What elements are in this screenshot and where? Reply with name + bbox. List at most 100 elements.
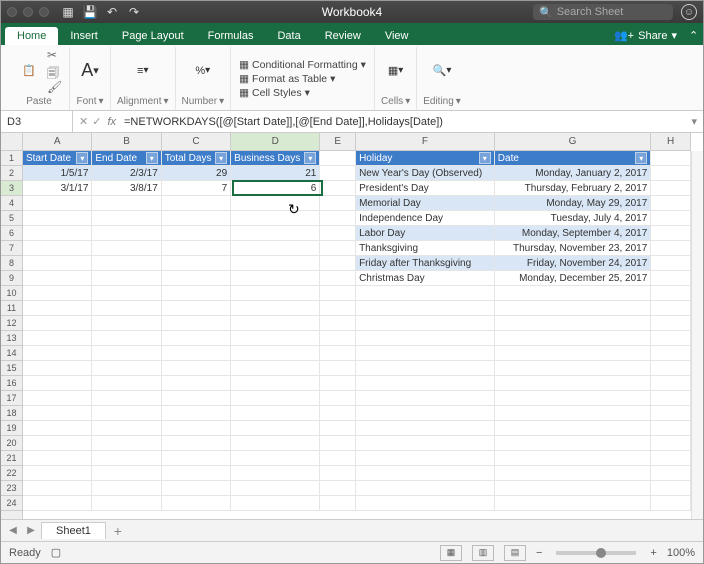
cell[interactable]: [495, 331, 652, 346]
cell[interactable]: [231, 436, 320, 451]
tab-home[interactable]: Home: [5, 27, 58, 45]
col-header-C[interactable]: C: [162, 133, 231, 150]
cell[interactable]: [320, 406, 356, 421]
undo-icon[interactable]: ↶: [105, 5, 119, 19]
row-header-11[interactable]: 11: [1, 301, 22, 316]
format-as-table-button[interactable]: ▦Format as Table▾: [237, 72, 337, 86]
cell[interactable]: [92, 256, 161, 271]
cancel-formula-icon[interactable]: ✕: [79, 115, 88, 128]
cell[interactable]: [231, 196, 320, 211]
col-header-F[interactable]: F: [356, 133, 495, 150]
cell[interactable]: Monday, May 29, 2017: [495, 196, 652, 211]
tab-insert[interactable]: Insert: [58, 27, 110, 45]
cell[interactable]: [231, 391, 320, 406]
cell[interactable]: [92, 361, 161, 376]
cell[interactable]: [320, 211, 356, 226]
cell[interactable]: [23, 256, 92, 271]
window-close-icon[interactable]: [7, 7, 17, 17]
col-header-E[interactable]: E: [320, 133, 356, 150]
filter-dropdown-icon[interactable]: ▾: [76, 152, 88, 164]
cell[interactable]: [320, 181, 356, 196]
cell[interactable]: Total Days▾: [162, 151, 231, 166]
cell[interactable]: Christmas Day: [356, 271, 495, 286]
cell[interactable]: [495, 466, 652, 481]
cell[interactable]: [495, 496, 652, 511]
cell[interactable]: [651, 391, 691, 406]
row-header-18[interactable]: 18: [1, 406, 22, 421]
cell[interactable]: [162, 466, 231, 481]
cell[interactable]: [162, 286, 231, 301]
cell[interactable]: [162, 226, 231, 241]
col-header-B[interactable]: B: [92, 133, 161, 150]
cell[interactable]: [356, 436, 495, 451]
cell[interactable]: [162, 376, 231, 391]
cell[interactable]: [320, 196, 356, 211]
row-header-8[interactable]: 8: [1, 256, 22, 271]
zoom-out-button[interactable]: −: [536, 547, 542, 559]
cell[interactable]: [320, 241, 356, 256]
cell[interactable]: [651, 421, 691, 436]
row-header-20[interactable]: 20: [1, 436, 22, 451]
row-header-23[interactable]: 23: [1, 481, 22, 496]
cell[interactable]: [162, 451, 231, 466]
cell[interactable]: [651, 346, 691, 361]
row-header-3[interactable]: 3: [1, 181, 22, 196]
formula-input[interactable]: =NETWORKDAYS([@[Start Date]],[@[End Date…: [120, 116, 685, 128]
cell[interactable]: [495, 316, 652, 331]
search-sheet-input[interactable]: 🔍 Search Sheet: [533, 4, 673, 20]
row-header-13[interactable]: 13: [1, 331, 22, 346]
zoom-in-button[interactable]: +: [650, 547, 656, 559]
cell[interactable]: [495, 391, 652, 406]
row-header-12[interactable]: 12: [1, 316, 22, 331]
cell[interactable]: [92, 331, 161, 346]
tab-formulas[interactable]: Formulas: [196, 27, 266, 45]
cell[interactable]: President's Day: [356, 181, 495, 196]
cell[interactable]: [162, 316, 231, 331]
cell[interactable]: 21: [231, 166, 320, 181]
group-cells-label[interactable]: Cells▾: [381, 94, 410, 110]
cell[interactable]: [23, 301, 92, 316]
cell[interactable]: [23, 466, 92, 481]
filter-dropdown-icon[interactable]: ▾: [304, 152, 316, 164]
paste-icon[interactable]: 📋: [15, 57, 43, 85]
sheet-tab-1[interactable]: Sheet1: [41, 522, 106, 539]
cell[interactable]: [651, 466, 691, 481]
cell[interactable]: [320, 331, 356, 346]
cell[interactable]: [320, 361, 356, 376]
cell[interactable]: Business Days▾: [231, 151, 320, 166]
cell[interactable]: [651, 256, 691, 271]
cell[interactable]: [92, 451, 161, 466]
cell[interactable]: Monday, December 25, 2017: [495, 271, 652, 286]
cell[interactable]: [356, 391, 495, 406]
cell[interactable]: [231, 211, 320, 226]
filter-dropdown-icon[interactable]: ▾: [635, 152, 647, 164]
cell[interactable]: [651, 361, 691, 376]
cell[interactable]: [92, 406, 161, 421]
row-header-2[interactable]: 2: [1, 166, 22, 181]
group-editing-label[interactable]: Editing▾: [423, 94, 461, 110]
cell[interactable]: [651, 211, 691, 226]
zoom-slider[interactable]: [556, 551, 636, 555]
cell[interactable]: [651, 331, 691, 346]
cells-icon[interactable]: ▦▾: [382, 57, 410, 85]
cell[interactable]: [92, 211, 161, 226]
cell[interactable]: [162, 211, 231, 226]
cell[interactable]: [651, 226, 691, 241]
filter-dropdown-icon[interactable]: ▾: [215, 152, 227, 164]
cell[interactable]: [23, 331, 92, 346]
vertical-scrollbar[interactable]: [691, 151, 703, 519]
cell[interactable]: [651, 436, 691, 451]
row-header-19[interactable]: 19: [1, 421, 22, 436]
cell[interactable]: [651, 451, 691, 466]
row-header-15[interactable]: 15: [1, 361, 22, 376]
cell[interactable]: [92, 481, 161, 496]
cell[interactable]: Tuesday, July 4, 2017: [495, 211, 652, 226]
cell[interactable]: [320, 436, 356, 451]
cell[interactable]: [162, 361, 231, 376]
cell[interactable]: [162, 196, 231, 211]
cell[interactable]: [651, 166, 691, 181]
group-font-label[interactable]: Font▾: [76, 94, 103, 110]
cell[interactable]: [320, 316, 356, 331]
row-header-1[interactable]: 1: [1, 151, 22, 166]
cell[interactable]: [92, 271, 161, 286]
